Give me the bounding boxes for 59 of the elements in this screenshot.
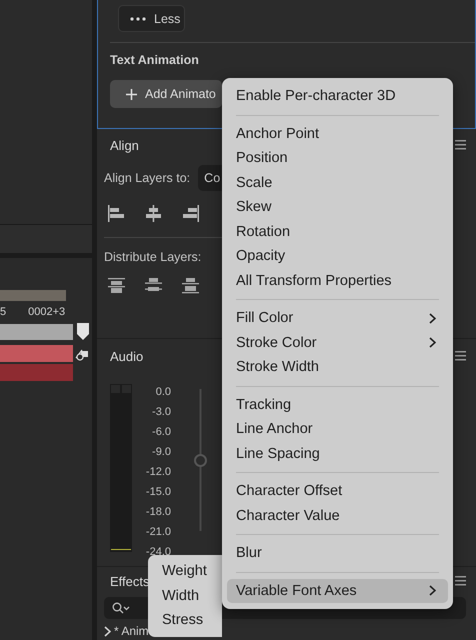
menu-item[interactable]: Position bbox=[227, 146, 448, 170]
menu-item[interactable]: Character Offset bbox=[227, 479, 448, 504]
menu-item[interactable]: Opacity bbox=[227, 244, 448, 268]
menu-item[interactable]: Scale bbox=[227, 170, 448, 195]
meter-scale-label: 0.0 bbox=[154, 385, 171, 400]
menu-icon[interactable] bbox=[455, 351, 466, 361]
work-area-bar bbox=[0, 290, 66, 301]
distribute-top-icon[interactable] bbox=[108, 277, 125, 294]
panel-title: Align bbox=[110, 138, 139, 152]
time-ruler-label: 0002+3 bbox=[28, 306, 66, 318]
submenu-item[interactable]: Stress bbox=[148, 608, 222, 632]
marker-icon bbox=[77, 323, 89, 340]
menu-item[interactable]: Skew bbox=[227, 195, 448, 220]
search-icon bbox=[112, 602, 130, 614]
menu-item[interactable]: Character Value bbox=[227, 504, 448, 528]
menu-item[interactable]: Tracking bbox=[227, 392, 448, 417]
panel-title: Audio bbox=[110, 348, 144, 364]
meter-scale-label: -9.0 bbox=[151, 445, 171, 460]
meter-scale-label: -3.0 bbox=[151, 405, 171, 420]
time-ruler-label: 5 bbox=[0, 306, 6, 318]
volume-slider-knob[interactable] bbox=[194, 454, 207, 466]
add-animator-button[interactable]: Add Animato bbox=[110, 80, 222, 108]
less-button[interactable]: Less bbox=[118, 5, 185, 32]
align-to-dropdown[interactable]: Co bbox=[198, 165, 222, 191]
menu-item[interactable]: Fill Color bbox=[227, 306, 448, 330]
menu-item[interactable]: Blur bbox=[227, 541, 448, 566]
distribute-bottom-icon[interactable] bbox=[182, 277, 199, 294]
menu-item[interactable]: All Transform Properties bbox=[227, 268, 448, 293]
menu-icon[interactable] bbox=[455, 576, 466, 586]
tree-item[interactable]: * Anim bbox=[114, 624, 149, 638]
chevron-icon[interactable] bbox=[104, 626, 111, 636]
align-left-icon[interactable] bbox=[108, 205, 125, 222]
menu-item[interactable]: Line Spacing bbox=[227, 442, 448, 466]
layer-bar[interactable] bbox=[0, 324, 73, 340]
menu-item[interactable]: Enable Per-character 3D bbox=[227, 84, 448, 108]
align-center-icon[interactable] bbox=[145, 205, 162, 222]
menu-item[interactable]: Variable Font Axes bbox=[227, 578, 448, 603]
plus-icon bbox=[126, 88, 137, 100]
meter-scale-label: -21.0 bbox=[144, 525, 171, 540]
menu-item[interactable]: Stroke Width bbox=[227, 355, 448, 380]
more-icon bbox=[130, 16, 146, 20]
field-label: Distribute Layers: bbox=[104, 250, 202, 264]
meter-scale-label: -18.0 bbox=[144, 505, 171, 520]
field-label: Align Layers to: bbox=[104, 171, 190, 185]
meter-scale-label: -15.0 bbox=[144, 485, 171, 500]
panel-title: Effects bbox=[110, 574, 150, 588]
meter-scale-label: -12.0 bbox=[144, 465, 171, 480]
menu-item[interactable]: Stroke Color bbox=[227, 330, 448, 355]
meter-scale-label: -24.0 bbox=[144, 545, 171, 560]
menu-item[interactable]: Anchor Point bbox=[227, 122, 448, 146]
submenu-item[interactable]: Width bbox=[148, 584, 222, 608]
distribute-center-icon[interactable] bbox=[145, 277, 162, 294]
menu-item[interactable]: Line Anchor bbox=[227, 417, 448, 442]
align-right-icon[interactable] bbox=[182, 205, 199, 222]
menu-item[interactable]: Rotation bbox=[227, 220, 448, 244]
section-title: Text Animation bbox=[110, 53, 200, 67]
submenu-item[interactable]: Weight bbox=[148, 559, 222, 584]
meter-scale-label: -6.0 bbox=[151, 425, 171, 440]
menu-icon[interactable] bbox=[455, 140, 466, 150]
